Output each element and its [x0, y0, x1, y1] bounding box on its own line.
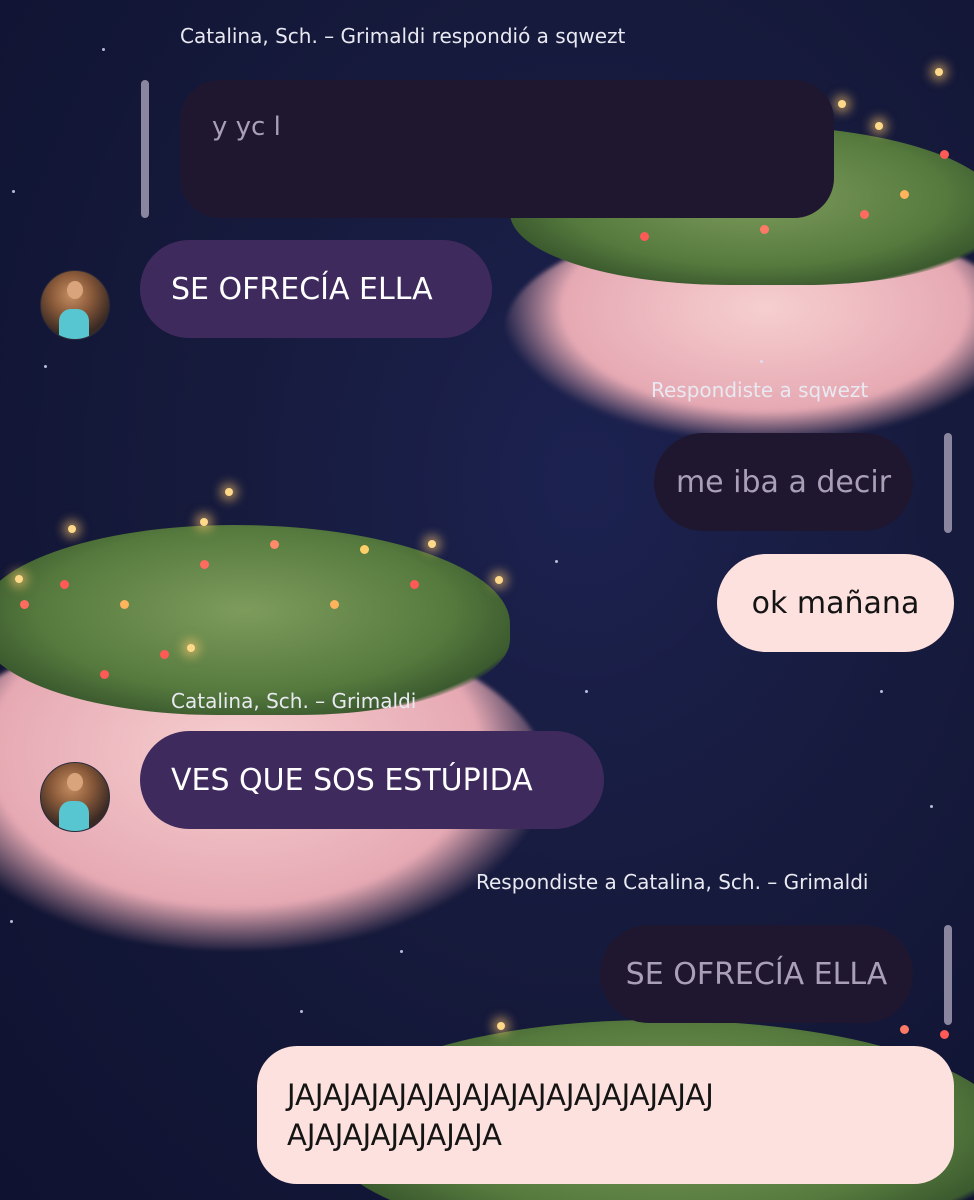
- incoming-message-bubble[interactable]: VES QUE SOS ESTÚPIDA: [140, 731, 604, 829]
- message-text: VES QUE SOS ESTÚPIDA: [171, 762, 533, 798]
- message-text-line-2: AJAJAJAJAJAJAJA: [287, 1118, 503, 1152]
- star-icon: [555, 560, 558, 563]
- outgoing-message-bubble[interactable]: ok mañana: [717, 554, 954, 652]
- light-glow: [875, 122, 883, 130]
- avatar[interactable]: [40, 762, 110, 832]
- light-glow: [495, 576, 503, 584]
- light-glow: [15, 575, 23, 583]
- quoted-message-bubble[interactable]: me iba a decir: [654, 433, 913, 531]
- reply-quote-bar: [944, 433, 952, 533]
- light-glow: [68, 525, 76, 533]
- flower-icon: [120, 600, 129, 609]
- sender-name-label: Catalina, Sch. – Grimaldi: [171, 689, 417, 713]
- flower-icon: [640, 232, 649, 241]
- flower-icon: [360, 545, 369, 554]
- incoming-message-bubble[interactable]: SE OFRECÍA ELLA: [140, 240, 492, 338]
- reply-quote-bar: [141, 80, 149, 218]
- quoted-message-text: me iba a decir: [675, 464, 892, 500]
- reply-quote-bar: [944, 925, 952, 1025]
- star-icon: [585, 690, 588, 693]
- star-icon: [760, 360, 763, 363]
- flower-icon: [160, 650, 169, 659]
- quoted-message-text: SE OFRECÍA ELLA: [625, 956, 888, 992]
- quoted-message-bubble[interactable]: y yc l: [180, 80, 834, 218]
- star-icon: [12, 190, 15, 193]
- light-glow: [187, 644, 195, 652]
- star-icon: [880, 690, 883, 693]
- light-glow: [935, 68, 943, 76]
- flower-icon: [900, 1025, 909, 1034]
- star-icon: [400, 950, 403, 953]
- light-glow: [225, 488, 233, 496]
- flower-icon: [860, 210, 869, 219]
- reply-context-label: Respondiste a sqwezt: [651, 378, 869, 402]
- light-glow: [497, 1022, 505, 1030]
- flower-icon: [940, 1030, 949, 1039]
- flower-icon: [410, 580, 419, 589]
- quoted-message-bubble[interactable]: SE OFRECÍA ELLA: [600, 925, 913, 1023]
- star-icon: [930, 805, 933, 808]
- message-text: SE OFRECÍA ELLA: [171, 271, 433, 307]
- flower-icon: [760, 225, 769, 234]
- star-icon: [44, 365, 47, 368]
- message-text: ok mañana: [751, 585, 920, 621]
- message-text-line-1: JAJAJAJAJAJAJAJAJAJAJAJAJAJAJAJ: [287, 1078, 714, 1112]
- flower-icon: [60, 580, 69, 589]
- reply-context-label: Respondiste a Catalina, Sch. – Grimaldi: [476, 870, 869, 894]
- reply-context-label: Catalina, Sch. – Grimaldi respondió a sq…: [180, 24, 626, 48]
- grass-island-middle-left: [0, 525, 510, 715]
- star-icon: [300, 1010, 303, 1013]
- flower-icon: [940, 150, 949, 159]
- light-glow: [428, 540, 436, 548]
- flower-icon: [900, 190, 909, 199]
- outgoing-message-bubble[interactable]: JAJAJAJAJAJAJAJAJAJAJAJAJAJAJAJ AJAJAJAJ…: [257, 1046, 954, 1184]
- flower-icon: [330, 600, 339, 609]
- quoted-message-text: y yc l: [212, 112, 281, 142]
- flower-icon: [20, 600, 29, 609]
- flower-icon: [200, 560, 209, 569]
- flower-icon: [100, 670, 109, 679]
- light-glow: [838, 100, 846, 108]
- light-glow: [200, 518, 208, 526]
- avatar[interactable]: [40, 270, 110, 340]
- flower-icon: [270, 540, 279, 549]
- star-icon: [102, 48, 105, 51]
- star-icon: [10, 920, 13, 923]
